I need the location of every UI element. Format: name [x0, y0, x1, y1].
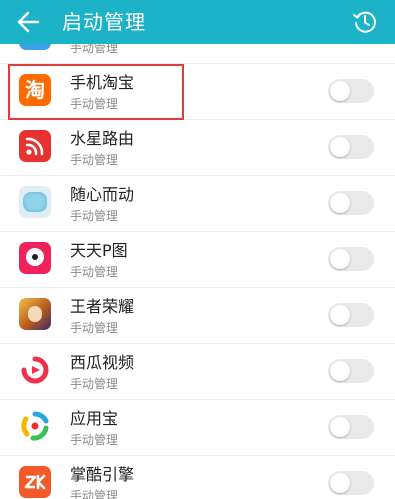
toggle-knob	[330, 137, 350, 157]
wifi-signal-icon	[25, 137, 44, 156]
app-name: 西瓜视频	[70, 353, 135, 372]
toggle-knob	[330, 249, 350, 269]
app-name: 天天P图	[70, 241, 128, 260]
xigua-logo-icon	[21, 356, 49, 384]
xigua-video-icon	[19, 354, 51, 386]
auto-launch-toggle[interactable]	[328, 135, 374, 159]
king-of-glory-icon	[19, 298, 51, 330]
auto-launch-toggle[interactable]	[328, 247, 374, 271]
list-item[interactable]: 应用宝 手动管理	[0, 400, 395, 456]
zhangku-engine-icon	[19, 466, 51, 498]
toggle-knob	[330, 305, 350, 325]
zhangku-logo-icon	[24, 474, 46, 490]
ptu-icon-dot	[32, 254, 38, 260]
toggle-knob	[330, 193, 350, 213]
tiantian-ptu-icon	[19, 242, 51, 274]
toggle-knob	[330, 81, 350, 101]
app-header: 启动管理	[0, 0, 395, 44]
auto-launch-toggle[interactable]	[328, 415, 374, 439]
toggle-knob	[330, 417, 350, 437]
app-management-mode: 手动管理	[70, 321, 119, 335]
app-name: 随心而动	[70, 185, 135, 204]
page-title: 启动管理	[62, 10, 146, 34]
partial-app-icon	[19, 44, 51, 50]
app-name: 王者荣耀	[70, 297, 135, 316]
list-item[interactable]: 掌酷引擎 手动管理	[0, 456, 395, 499]
toggle-knob	[330, 473, 350, 493]
auto-launch-toggle[interactable]	[328, 359, 374, 383]
highlight-box	[8, 64, 184, 120]
list-item[interactable]: 水星路由 手动管理	[0, 120, 395, 176]
app-name: 应用宝	[70, 409, 119, 428]
app-management-mode: 手动管理	[70, 209, 119, 223]
list-item[interactable]: 天天P图 手动管理	[0, 232, 395, 288]
back-button[interactable]	[14, 8, 44, 36]
yingyongbao-logo-icon	[21, 411, 49, 441]
list-item[interactable]: 西瓜视频 手动管理	[0, 344, 395, 400]
history-button[interactable]	[351, 8, 379, 36]
auto-launch-toggle[interactable]	[328, 191, 374, 215]
suixin-icon-shape	[23, 192, 47, 212]
list-item[interactable]: 王者荣耀 手动管理	[0, 288, 395, 344]
mercury-router-icon	[19, 130, 51, 162]
list-item[interactable]: 手动管理	[0, 44, 395, 64]
history-clock-icon	[353, 11, 376, 33]
back-arrow-icon	[17, 11, 40, 33]
kog-icon-face	[28, 306, 42, 322]
app-management-mode: 手动管理	[70, 377, 119, 391]
app-management-mode: 手动管理	[70, 153, 119, 167]
app-management-mode: 手动管理	[70, 433, 119, 447]
app-management-mode: 手动管理	[70, 44, 119, 55]
app-name: 水星路由	[70, 129, 135, 148]
auto-launch-toggle[interactable]	[328, 471, 374, 495]
toggle-knob	[330, 361, 350, 381]
app-name: 掌酷引擎	[70, 465, 135, 484]
auto-launch-toggle[interactable]	[328, 79, 374, 103]
auto-launch-toggle[interactable]	[328, 303, 374, 327]
yingyongbao-icon	[19, 410, 51, 442]
list-item[interactable]: 随心而动 手动管理	[0, 176, 395, 232]
app-management-mode: 手动管理	[70, 489, 119, 499]
app-management-mode: 手动管理	[70, 265, 119, 279]
suixin-icon	[19, 186, 51, 218]
